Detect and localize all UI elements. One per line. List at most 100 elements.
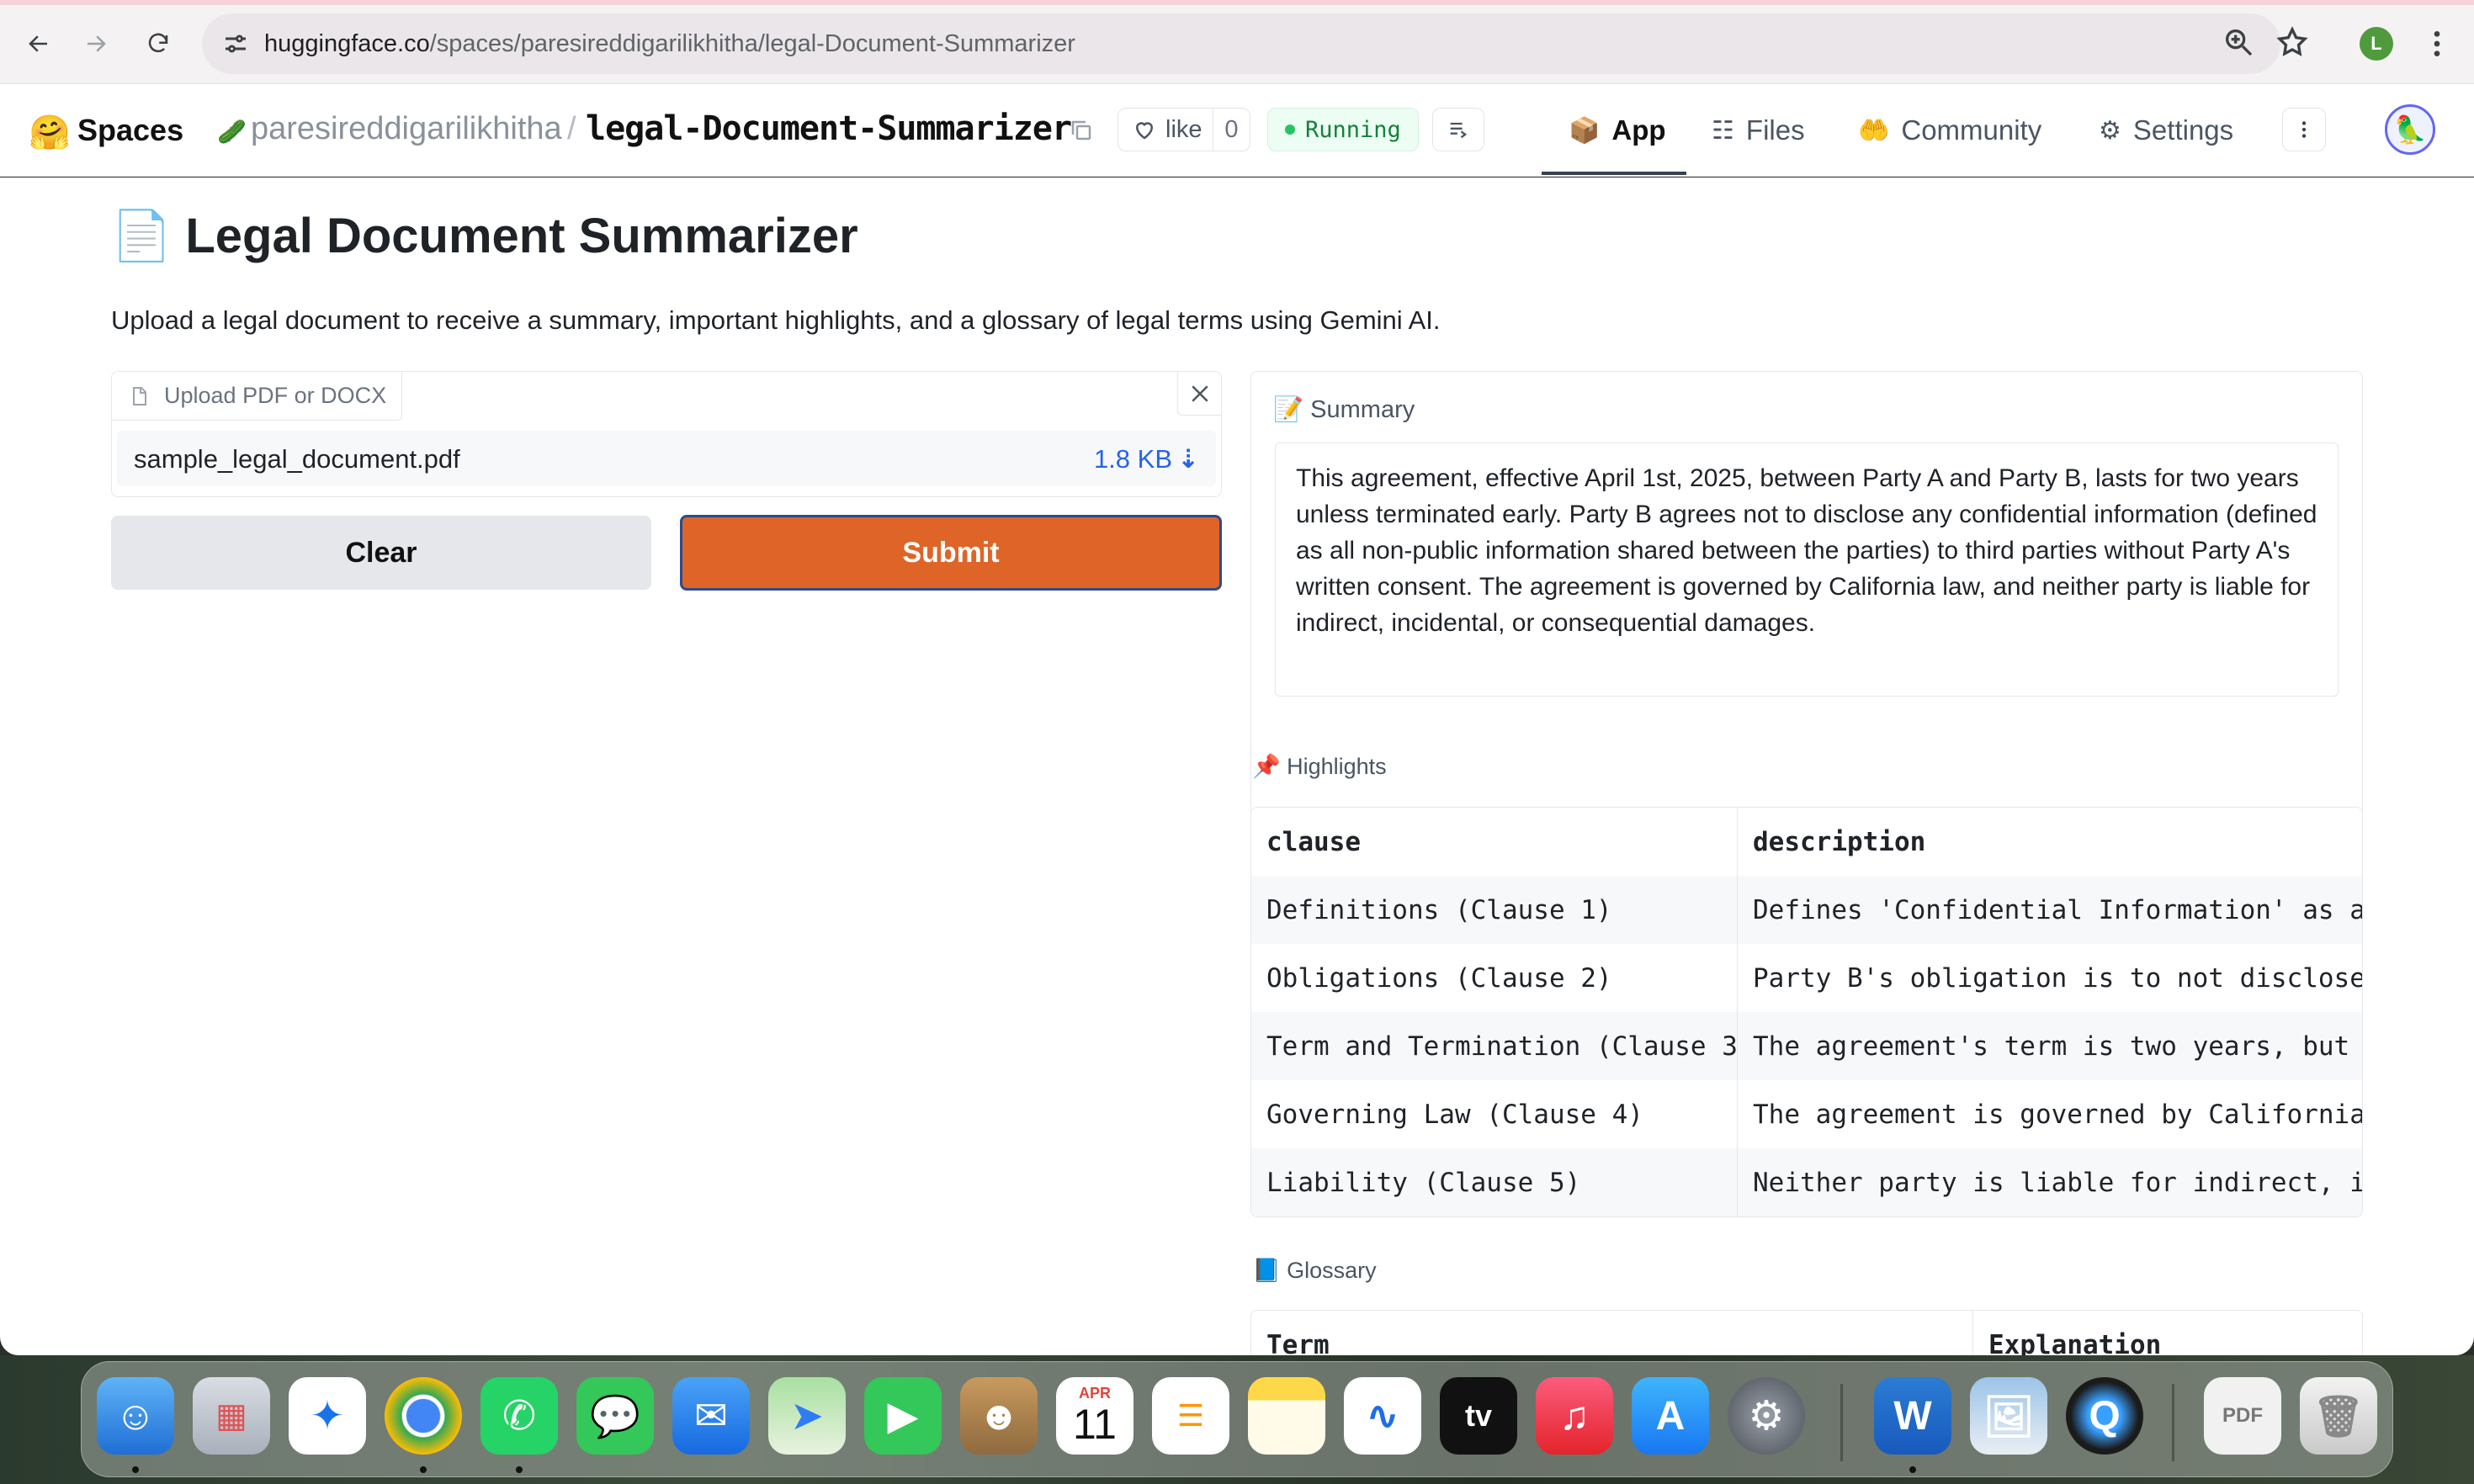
file-upload[interactable]: Upload PDF or DOCX sample_legal_document… (111, 371, 1222, 497)
chrome-icon[interactable] (385, 1377, 462, 1455)
url-domain: huggingface.co (264, 30, 430, 57)
cell-description[interactable]: The agreement's term is two years, but i… (1738, 1012, 2362, 1080)
tab-strip-edge (0, 0, 2474, 5)
safari-icon[interactable]: ✦ (289, 1377, 366, 1455)
maps-icon[interactable]: ➤ (768, 1377, 846, 1455)
copy-icon[interactable] (1069, 118, 1094, 143)
close-icon (1191, 384, 1208, 402)
calendar-icon[interactable]: APR 11 (1056, 1377, 1133, 1455)
tab-community[interactable]: 🤲 Community (1858, 109, 2041, 151)
reload-button[interactable] (136, 22, 180, 66)
page-title-text: Legal Document Summarizer (185, 209, 858, 263)
reminders-icon[interactable]: ☰ (1152, 1377, 1229, 1455)
summary-label: 📝 Summary (1273, 396, 1415, 423)
tab-settings[interactable]: ⚙ Settings (2099, 109, 2233, 151)
pdf-document-icon[interactable]: PDF (2204, 1377, 2281, 1455)
arrow-right-icon (88, 35, 106, 52)
contacts-icon[interactable]: ☻ (960, 1377, 1038, 1455)
dock-separator (2172, 1384, 2174, 1461)
space-menu-button[interactable] (2282, 108, 2326, 151)
preview-icon[interactable]: 🖼 (1970, 1377, 2047, 1455)
quicktime-icon[interactable]: Q (2066, 1377, 2143, 1455)
cell-clause[interactable]: Liability (Clause 5) (1251, 1148, 1738, 1216)
running-indicator (1909, 1466, 1916, 1473)
profile-avatar[interactable]: L (2360, 27, 2393, 61)
file-size[interactable]: 1.8 KB (1094, 444, 1172, 474)
table-row[interactable]: Term and Termination (Clause 3) The agre… (1251, 1012, 2362, 1080)
clear-button[interactable]: Clear (111, 516, 651, 590)
site-settings-icon[interactable] (220, 29, 251, 59)
facetime-icon[interactable]: ▶ (864, 1377, 942, 1455)
upload-label: Upload PDF or DOCX (112, 372, 403, 421)
file-name[interactable]: sample_legal_document.pdf (134, 444, 460, 474)
address-bar[interactable]: huggingface.co/spaces/paresireddigarilik… (202, 13, 2280, 74)
forward-button[interactable] (74, 22, 118, 66)
more-vert-icon[interactable] (2420, 25, 2454, 62)
running-indicator (420, 1466, 427, 1473)
owner-avatar-icon: 🥒 (217, 119, 247, 145)
tab-files[interactable]: ☷ Files (1712, 109, 1805, 151)
table-row[interactable]: Governing Law (Clause 4) The agreement i… (1251, 1080, 2362, 1148)
calendar-month: APR (1078, 1385, 1111, 1402)
owner-link[interactable]: paresireddigarilikhitha (251, 111, 562, 147)
cell-clause[interactable]: Governing Law (Clause 4) (1251, 1080, 1738, 1148)
logs-button[interactable] (1432, 108, 1484, 151)
cell-description[interactable]: Defines 'Confidential Information' as al… (1738, 876, 2362, 944)
like-button[interactable]: like 0 (1118, 108, 1250, 151)
launchpad-icon[interactable]: ▦ (193, 1377, 270, 1455)
music-icon[interactable]: ♫ (1536, 1377, 1613, 1455)
bookmark-star-icon[interactable] (2275, 25, 2309, 59)
status-label: Running (1305, 116, 1401, 143)
system-settings-icon[interactable]: ⚙ (1728, 1377, 1805, 1455)
spaces-link[interactable]: Spaces (77, 113, 183, 148)
apple-tv-icon[interactable]: tv (1440, 1377, 1517, 1455)
app-store-icon[interactable]: A (1632, 1377, 1709, 1455)
column-header-term[interactable]: Term (1251, 1311, 1973, 1355)
hugging-face-logo-icon[interactable]: 🤗 (29, 113, 71, 152)
mail-icon[interactable]: ✉ (672, 1377, 750, 1455)
summary-textbox[interactable]: This agreement, effective April 1st, 202… (1275, 443, 2339, 697)
cell-clause[interactable]: Term and Termination (Clause 3) (1251, 1012, 1738, 1080)
freeform-icon[interactable]: ∿ (1344, 1377, 1421, 1455)
hf-header: 🤗 Spaces 🥒 paresireddigarilikhitha / leg… (0, 84, 2474, 177)
browser-toolbar: huggingface.co/spaces/paresireddigarilik… (0, 0, 2474, 84)
tab-app[interactable]: 📦 App (1569, 109, 1666, 151)
cube-icon: 📦 (1569, 116, 1601, 145)
column-header-explanation[interactable]: Explanation (1973, 1311, 2362, 1356)
table-row[interactable]: Obligations (Clause 2) Party B's obligat… (1251, 944, 2362, 1012)
cell-description[interactable]: The agreement is governed by California … (1738, 1080, 2362, 1148)
status-badge[interactable]: Running (1267, 108, 1419, 151)
zoom-icon[interactable] (2222, 25, 2255, 59)
submit-button[interactable]: Submit (680, 515, 1222, 591)
cell-clause[interactable]: Obligations (Clause 2) (1251, 944, 1738, 1012)
user-avatar[interactable]: 🦜 (2385, 104, 2435, 155)
table-header-row: Term Explanation (1251, 1311, 2362, 1355)
repo-name[interactable]: legal-Document-Summarizer (586, 109, 1072, 148)
uploaded-file-row[interactable]: sample_legal_document.pdf 1.8 KB ⇣ (117, 431, 1216, 486)
download-arrow-icon[interactable]: ⇣ (1177, 444, 1199, 474)
highlights-table[interactable]: clause description Definitions (Clause 1… (1250, 807, 2363, 1217)
word-icon[interactable]: W (1874, 1377, 1951, 1455)
table-row[interactable]: Liability (Clause 5) Neither party is li… (1251, 1148, 2362, 1216)
trash-icon[interactable]: 🗑 (2300, 1377, 2377, 1455)
url-text[interactable]: huggingface.co/spaces/paresireddigarilik… (264, 30, 1075, 58)
running-indicator (132, 1466, 139, 1473)
messages-icon[interactable]: 💬 (576, 1377, 654, 1455)
finder-icon[interactable]: ☺ (97, 1377, 174, 1455)
column-header-clause[interactable]: clause (1251, 808, 1738, 876)
glossary-table[interactable]: Term Explanation (1250, 1310, 2363, 1355)
whatsapp-icon[interactable]: ✆ (480, 1377, 558, 1455)
url-path: /spaces/paresireddigarilikhitha/legal-Do… (429, 30, 1075, 57)
cell-clause[interactable]: Definitions (Clause 1) (1251, 876, 1738, 944)
table-row[interactable]: Definitions (Clause 1) Defines 'Confiden… (1251, 876, 2362, 944)
back-button[interactable] (17, 22, 61, 66)
cell-description[interactable]: Neither party is liable for indirect, in… (1738, 1148, 2362, 1216)
more-vert-icon (2301, 121, 2307, 138)
column-header-description[interactable]: description (1738, 808, 2362, 876)
remove-file-button[interactable] (1177, 372, 1221, 416)
gear-icon: ⚙ (2099, 116, 2121, 145)
arrow-left-icon (29, 35, 47, 52)
cell-description[interactable]: Party B's obligation is to not disclose … (1738, 944, 2362, 1012)
notes-icon[interactable] (1248, 1377, 1325, 1455)
community-icon: 🤲 (1858, 116, 1890, 145)
